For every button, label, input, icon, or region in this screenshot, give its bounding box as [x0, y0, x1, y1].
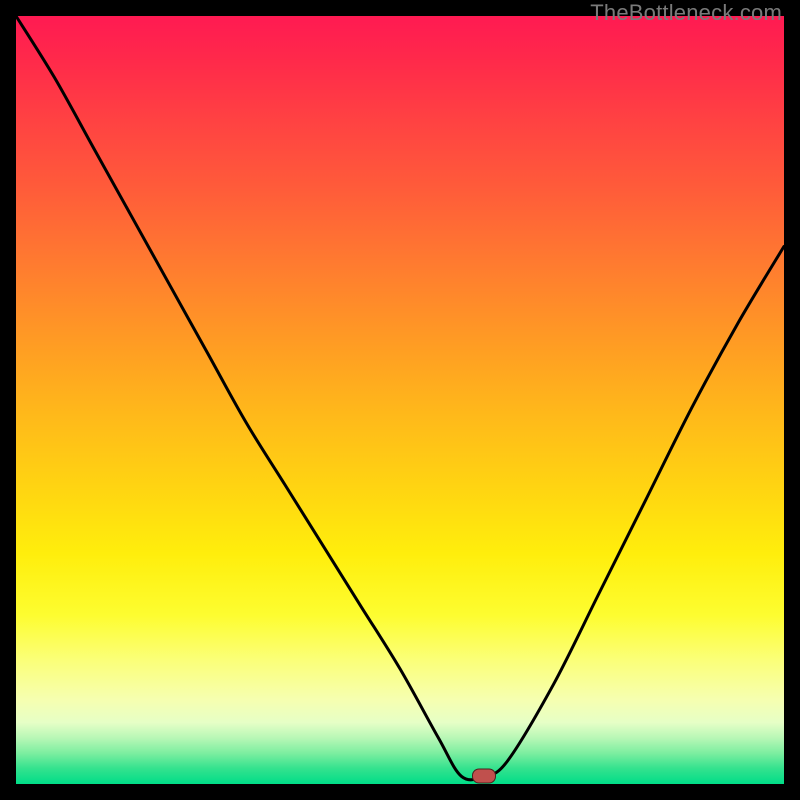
optimal-marker: [472, 769, 496, 784]
chart-frame: TheBottleneck.com: [0, 0, 800, 800]
watermark-text: TheBottleneck.com: [590, 0, 782, 26]
bottleneck-curve: [16, 16, 784, 784]
